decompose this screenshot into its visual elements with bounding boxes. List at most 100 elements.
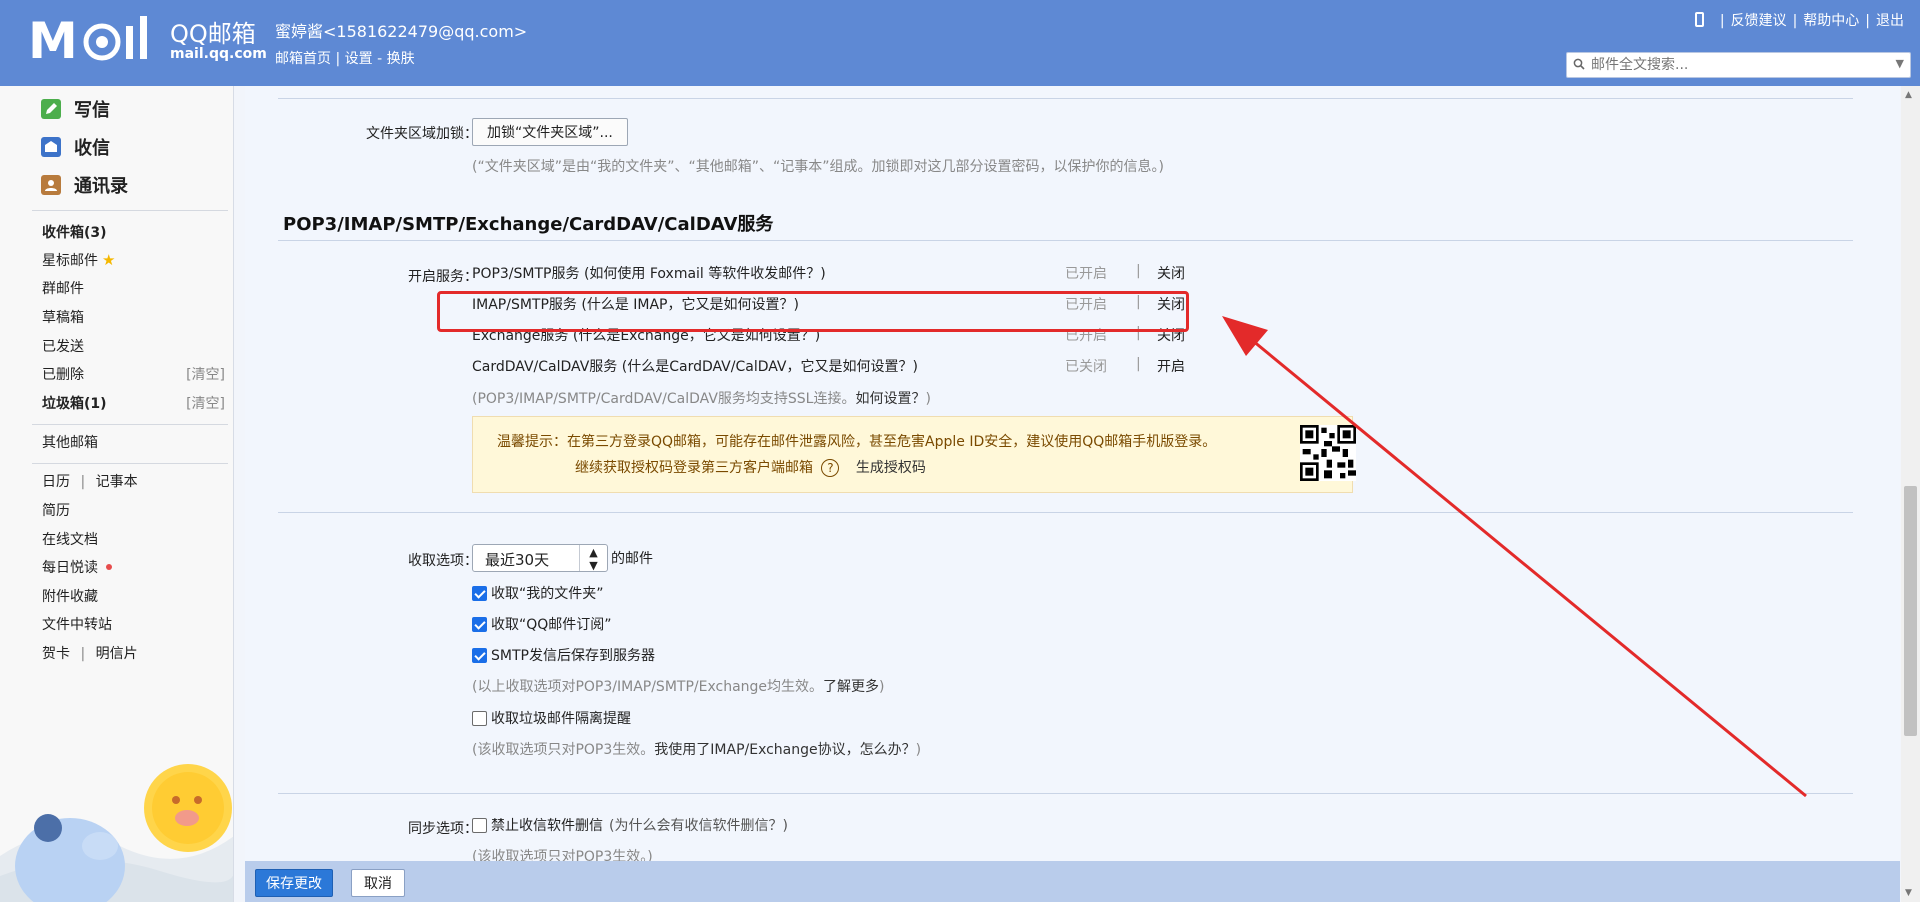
calendar-link[interactable]: 日历: [42, 474, 70, 490]
learn-more-link[interactable]: 了解更多: [823, 679, 879, 695]
scroll-thumb[interactable]: [1904, 486, 1917, 736]
write-mail-button[interactable]: 写信: [40, 94, 110, 124]
service-state: 已关闭: [1065, 359, 1107, 375]
sidebar-item-attachments[interactable]: 附件收藏: [42, 586, 228, 608]
settings-link[interactable]: 设置: [345, 51, 373, 67]
section-title: POP3/IMAP/SMTP/Exchange/CardDAV/CalDAV服务: [283, 214, 774, 235]
checkbox[interactable]: [472, 817, 487, 833]
chevron-down-icon[interactable]: ▼: [1896, 57, 1904, 70]
generate-auth-code-link[interactable]: 生成授权码: [856, 460, 926, 476]
vertical-scrollbar[interactable]: ▲ ▼: [1901, 86, 1920, 902]
sidebar-item-drafts[interactable]: 草稿箱: [42, 307, 228, 329]
other-mailboxes-label: 其他邮箱: [42, 435, 98, 451]
sidebar-item-spam[interactable]: 垃圾箱(1) [清空]: [42, 393, 228, 415]
sidebar-item-inbox[interactable]: 收件箱(3): [42, 222, 228, 244]
user-block: 蜜婷酱<1581622479@qq.com> 邮箱首页 | 设置 - 换肤: [275, 18, 527, 68]
sidebar-item-other-mailboxes[interactable]: 其他邮箱: [42, 432, 228, 454]
contacts-button[interactable]: 通讯录: [40, 170, 128, 200]
service-name: CardDAV/CalDAV服务 (什么是CardDAV/CalDAV，它又是如…: [472, 359, 918, 375]
auth-code-text: 继续获取授权码登录第三方客户端邮箱: [575, 460, 813, 476]
receive-hint: (以上收取选项对POP3/IMAP/SMTP/Exchange均生效。了解更多): [472, 679, 885, 695]
save-changes-button[interactable]: 保存更改: [255, 869, 333, 897]
service-toggle-link[interactable]: 开启: [1157, 356, 1185, 376]
greeting-cards-link[interactable]: 贺卡: [42, 646, 70, 662]
logout-link[interactable]: 退出: [1876, 13, 1904, 29]
receive-range-select[interactable]: 最近30天 ▲ ▼: [472, 544, 608, 572]
sidebar-item-deleted[interactable]: 已删除 [清空]: [42, 364, 228, 386]
sync-options-label: 同步选项：: [408, 821, 478, 837]
clear-spam-link[interactable]: [清空]: [186, 393, 225, 413]
receive-range-suffix: 的邮件: [611, 551, 653, 567]
service-row-carddav: CardDAV/CalDAV服务 (什么是CardDAV/CalDAV，它又是如…: [472, 356, 1185, 376]
contacts-label: 通讯录: [74, 176, 128, 197]
option-spam-isolation[interactable]: 收取垃圾邮件隔离提醒: [472, 708, 631, 728]
sidebar-item-daily-reading[interactable]: 每日悦读: [42, 557, 228, 579]
receive-label: 收信: [74, 138, 110, 159]
deleted-label: 已删除: [42, 367, 84, 383]
star-icon: ★: [102, 251, 116, 269]
full-text-search[interactable]: ▼: [1566, 52, 1911, 78]
sidebar-item-calendar-notepad: 日历 | 记事本: [42, 474, 138, 490]
service-toggle-link[interactable]: 关闭: [1157, 263, 1185, 283]
checkbox[interactable]: [472, 616, 487, 632]
option-label: SMTP发信后保存到服务器: [491, 648, 655, 664]
starred-label: 星标邮件: [42, 253, 98, 269]
top-right-links: | 反馈建议 | 帮助中心 | 退出: [1694, 10, 1904, 30]
warning-action-line: 继续获取授权码登录第三方客户端邮箱 ? 生成授权码: [575, 457, 926, 477]
service-name: POP3/SMTP服务 (如何使用 Foxmail 等软件收发邮件？): [472, 266, 826, 282]
cancel-button[interactable]: 取消: [351, 869, 405, 897]
feedback-link[interactable]: 反馈建议: [1731, 13, 1787, 29]
mailbox-home-link[interactable]: 邮箱首页: [275, 51, 331, 67]
user-links: 邮箱首页 | 设置 - 换肤: [275, 51, 415, 67]
sidebar-divider: [32, 424, 228, 425]
option-label: 禁止收信软件删信: [491, 818, 603, 834]
clear-deleted-link[interactable]: [清空]: [186, 364, 225, 384]
checkbox[interactable]: [472, 647, 487, 663]
search-input[interactable]: [1589, 53, 1889, 77]
search-icon: [1573, 58, 1585, 70]
section-divider: [278, 512, 1853, 513]
option-receive-my-folders[interactable]: 收取“我的文件夹”: [472, 583, 604, 603]
checkbox[interactable]: [472, 710, 487, 726]
contacts-icon: [41, 175, 61, 195]
how-to-setup-link[interactable]: 如何设置？: [855, 391, 925, 407]
ssl-hint: (POP3/IMAP/SMTP/CardDAV/CalDAV服务均支持SSL连接…: [472, 391, 931, 407]
sidebar-item-resume[interactable]: 简历: [42, 500, 228, 522]
scroll-down-icon[interactable]: ▼: [1905, 888, 1912, 898]
file-transfer-label: 文件中转站: [42, 617, 112, 633]
mail-logo-graphic: M: [28, 12, 147, 68]
write-label: 写信: [74, 100, 110, 121]
group-mail-label: 群邮件: [42, 281, 84, 297]
sidebar-item-online-docs[interactable]: 在线文档: [42, 529, 228, 551]
imap-highlight-annotation: [437, 291, 1189, 332]
qr-code-icon: [1300, 425, 1356, 481]
qq-mail-logo[interactable]: M QQ邮箱 mail.qq.com: [28, 12, 267, 68]
help-icon[interactable]: ?: [821, 459, 840, 477]
security-warning-box: 温馨提示：在第三方登录QQ邮箱，可能存在邮件泄露风险，甚至危害Apple ID安…: [472, 416, 1356, 493]
sidebar-item-cards: 贺卡 | 明信片: [42, 646, 138, 662]
change-skin-link[interactable]: 换肤: [387, 51, 415, 67]
why-delete-link[interactable]: (为什么会有收信软件删信？): [609, 815, 788, 835]
sidebar-item-file-transfer[interactable]: 文件中转站: [42, 614, 228, 636]
help-center-link[interactable]: 帮助中心: [1803, 13, 1859, 29]
sidebar-item-starred[interactable]: 星标邮件 ★: [42, 250, 228, 272]
services-label: 开启服务：: [408, 269, 478, 285]
lock-folder-area-button[interactable]: 加锁“文件夹区域”...: [472, 118, 628, 146]
mobile-phone-icon[interactable]: [1694, 12, 1704, 27]
receive-mail-button[interactable]: 收信: [40, 132, 110, 162]
imap-exchange-help-link[interactable]: 我使用了IMAP/Exchange协议，怎么办？: [654, 742, 915, 758]
option-receive-subscriptions[interactable]: 收取“QQ邮件订阅”: [472, 614, 612, 634]
option-save-smtp-sent[interactable]: SMTP发信后保存到服务器: [472, 645, 655, 665]
section-divider: [278, 793, 1853, 794]
section-divider: [278, 240, 1853, 241]
sidebar-item-group-mail[interactable]: 群邮件: [42, 278, 228, 300]
action-bar: 保存更改 取消: [245, 861, 1900, 902]
notepad-link[interactable]: 记事本: [96, 474, 138, 490]
pop3-hint: (该收取选项只对POP3生效。我使用了IMAP/Exchange协议，怎么办？): [472, 742, 922, 758]
postcards-link[interactable]: 明信片: [96, 646, 138, 662]
scroll-up-icon[interactable]: ▲: [1905, 90, 1912, 100]
sidebar-item-sent[interactable]: 已发送: [42, 336, 228, 358]
inbox-icon: [41, 137, 61, 157]
checkbox[interactable]: [472, 585, 487, 601]
option-forbid-client-delete[interactable]: 禁止收信软件删信 (为什么会有收信软件删信？): [472, 815, 788, 835]
